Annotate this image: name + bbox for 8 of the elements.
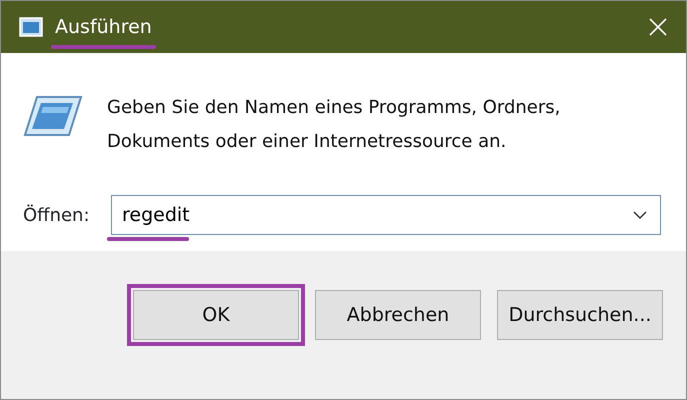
dialog-button[interactable]: Abbrechen	[315, 290, 481, 340]
open-combobox[interactable]: regedit	[111, 195, 661, 235]
instruction-text: Geben Sie den Namen eines Programms, Ordners, Dokuments oder einer Internetressource an.	[107, 96, 562, 154]
run-app-icon	[19, 17, 43, 37]
dialog-button[interactable]: Durchsuchen...	[497, 290, 663, 340]
window-title: Ausführen	[55, 12, 152, 42]
open-label: Öffnen:	[23, 204, 91, 228]
dialog-button[interactable]: OK	[133, 290, 299, 340]
